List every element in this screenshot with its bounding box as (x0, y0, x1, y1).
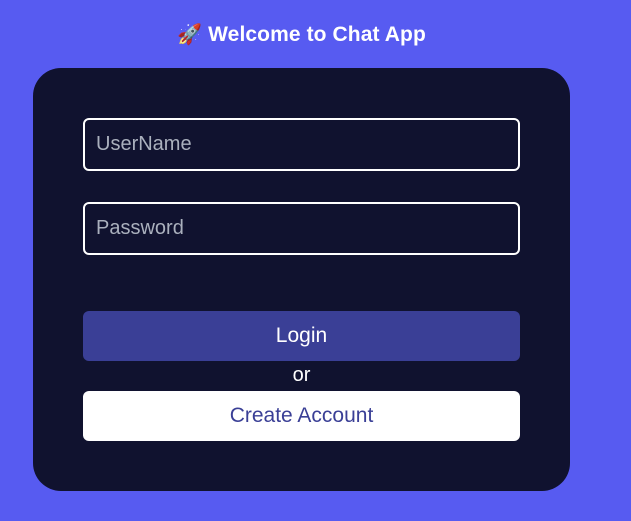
password-input[interactable] (83, 202, 520, 255)
login-card: Login or Create Account (33, 68, 570, 491)
page-title-text: Welcome to Chat App (208, 23, 426, 46)
or-separator: or (292, 364, 311, 386)
login-page: 🚀Welcome to Chat App Login or Create Acc… (0, 0, 631, 521)
create-account-button[interactable]: Create Account (83, 391, 520, 441)
login-button[interactable]: Login (83, 311, 520, 361)
username-input[interactable] (83, 118, 520, 171)
page-title: 🚀 Welcome to Chat App (0, 22, 603, 47)
rocket-icon: 🚀 (177, 24, 203, 46)
